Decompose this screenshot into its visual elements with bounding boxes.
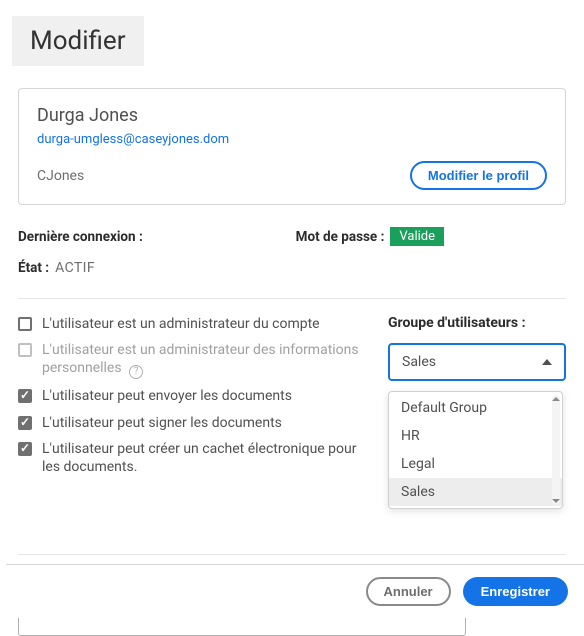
password-label: Mot de passe : bbox=[296, 229, 385, 245]
permission-label: L'utilisateur peut créer un cachet élect… bbox=[42, 440, 364, 476]
user-group-selected: Sales bbox=[402, 354, 436, 370]
user-username: CJones bbox=[37, 168, 84, 184]
permission-item: L'utilisateur est un administrateur du c… bbox=[18, 315, 364, 333]
user-group-select[interactable]: Sales bbox=[388, 343, 566, 381]
checkbox-can-seal[interactable] bbox=[18, 442, 32, 456]
state-value: ACTIF bbox=[55, 260, 95, 276]
permission-item: L'utilisateur peut créer un cachet élect… bbox=[18, 440, 364, 476]
state-label: État : bbox=[18, 260, 49, 276]
user-group-dropdown: Default Group HR Legal Sales bbox=[388, 391, 563, 509]
last-login-label: Dernière connexion : bbox=[18, 229, 143, 245]
chevron-up-icon bbox=[542, 359, 552, 365]
user-email[interactable]: durga-umgless@caseyjones.dom bbox=[37, 132, 547, 147]
permission-label: L'utilisateur peut signer les documents bbox=[42, 414, 282, 432]
page-title: Modifier bbox=[12, 16, 144, 66]
permission-label: L'utilisateur est un administrateur des … bbox=[42, 341, 364, 379]
dropdown-option[interactable]: HR bbox=[389, 422, 562, 450]
edit-profile-button[interactable]: Modifier le profil bbox=[410, 161, 547, 190]
info-icon[interactable]: ? bbox=[129, 365, 143, 379]
dropdown-option[interactable]: Legal bbox=[389, 450, 562, 478]
permission-item: L'utilisateur peut envoyer les documents bbox=[18, 387, 364, 405]
password-status-badge: Valide bbox=[390, 227, 444, 246]
dropdown-option[interactable]: Default Group bbox=[389, 394, 562, 422]
checkbox-personal-info-admin bbox=[18, 343, 32, 357]
checkbox-account-admin[interactable] bbox=[18, 317, 32, 331]
user-card: Durga Jones durga-umgless@caseyjones.dom… bbox=[18, 88, 566, 205]
cancel-button[interactable]: Annuler bbox=[366, 577, 451, 606]
permission-label: L'utilisateur est un administrateur du c… bbox=[42, 315, 320, 333]
permission-label: L'utilisateur peut envoyer les documents bbox=[42, 387, 292, 405]
checkbox-can-sign[interactable] bbox=[18, 416, 32, 430]
footer-bar: Annuler Enregistrer bbox=[6, 564, 584, 618]
user-full-name: Durga Jones bbox=[37, 105, 547, 126]
permission-item: L'utilisateur est un administrateur des … bbox=[18, 341, 364, 379]
dropdown-option[interactable]: Sales bbox=[389, 478, 562, 506]
permission-item: L'utilisateur peut signer les documents bbox=[18, 414, 364, 432]
user-group-label: Groupe d'utilisateurs : bbox=[388, 315, 566, 331]
checkbox-can-send[interactable] bbox=[18, 389, 32, 403]
permissions-list: L'utilisateur est un administrateur du c… bbox=[18, 315, 364, 484]
dropdown-scrollbar[interactable] bbox=[552, 395, 560, 505]
save-button[interactable]: Enregistrer bbox=[463, 577, 568, 606]
